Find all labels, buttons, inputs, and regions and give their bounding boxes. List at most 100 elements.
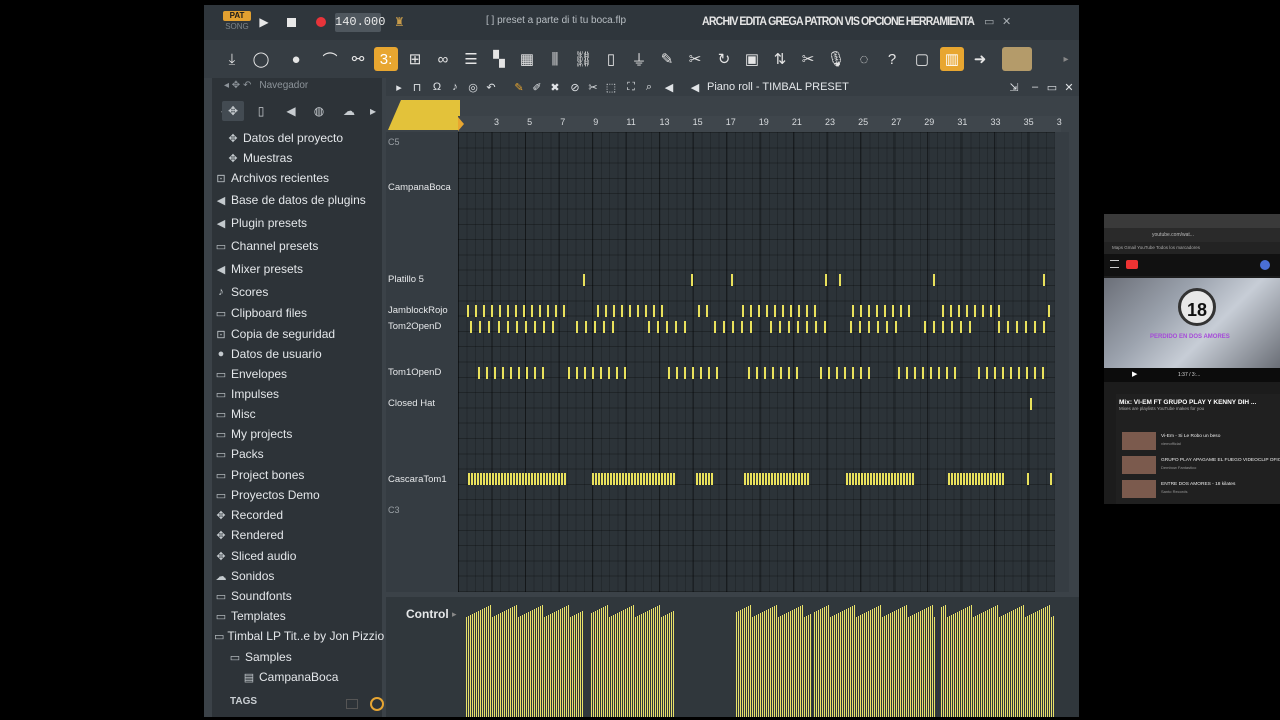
- note[interactable]: [598, 473, 600, 485]
- velocity-bar[interactable]: [1023, 605, 1024, 717]
- velocity-bar[interactable]: [1053, 616, 1054, 717]
- note[interactable]: [576, 367, 578, 379]
- note[interactable]: [990, 473, 992, 485]
- velocity-bar[interactable]: [1009, 612, 1010, 717]
- velocity-bar[interactable]: [872, 609, 873, 717]
- velocity-bar[interactable]: [1017, 608, 1018, 717]
- velocity-bar[interactable]: [822, 608, 823, 717]
- note-tool-icon[interactable]: ♪: [448, 80, 462, 94]
- file-icon[interactable]: ▯: [599, 47, 623, 71]
- note[interactable]: [494, 367, 496, 379]
- cut-icon[interactable]: ✂: [796, 47, 820, 71]
- connect-icon[interactable]: ⛓: [571, 47, 595, 71]
- note[interactable]: [996, 473, 998, 485]
- velocity-bar[interactable]: [649, 610, 650, 717]
- velocity-bar[interactable]: [973, 617, 974, 717]
- velocity-bar[interactable]: [918, 612, 919, 717]
- browser-item[interactable]: ◀ Plugin presets: [212, 213, 382, 233]
- note[interactable]: [516, 321, 518, 333]
- note[interactable]: [885, 473, 887, 485]
- velocity-bar[interactable]: [629, 607, 630, 717]
- browser-item[interactable]: ▭ Misc: [212, 404, 382, 424]
- note[interactable]: [782, 305, 784, 317]
- velocity-bar[interactable]: [971, 605, 972, 717]
- address-bar[interactable]: youtube.com/wat...: [1104, 228, 1280, 242]
- note[interactable]: [868, 367, 870, 379]
- velocity-bar[interactable]: [486, 607, 487, 717]
- note[interactable]: [605, 305, 607, 317]
- velocity-bar[interactable]: [860, 615, 861, 717]
- velocity-bar[interactable]: [498, 614, 499, 717]
- note[interactable]: [486, 367, 488, 379]
- note[interactable]: [1018, 367, 1020, 379]
- velocity-bar[interactable]: [647, 611, 648, 717]
- note[interactable]: [543, 473, 545, 485]
- note[interactable]: [942, 321, 944, 333]
- pr-minimize-icon[interactable]: ‒: [1028, 80, 1042, 94]
- arrows-icon[interactable]: ◂ ✥ ↶: [224, 80, 251, 91]
- note[interactable]: [892, 305, 894, 317]
- note[interactable]: [732, 321, 734, 333]
- record-icon[interactable]: [313, 14, 329, 30]
- velocity-bar[interactable]: [625, 609, 626, 717]
- velocity-bar[interactable]: [512, 607, 513, 717]
- velocity-bar[interactable]: [597, 610, 598, 717]
- velocity-bar[interactable]: [746, 607, 747, 717]
- velocity-bar[interactable]: [518, 617, 519, 717]
- note[interactable]: [616, 367, 618, 379]
- velocity-bar[interactable]: [564, 607, 565, 717]
- note[interactable]: [844, 367, 846, 379]
- velocity-bar[interactable]: [914, 614, 915, 717]
- note[interactable]: [676, 367, 678, 379]
- pencil-icon[interactable]: ✎: [512, 80, 526, 94]
- velocity-bar[interactable]: [1001, 616, 1002, 717]
- note[interactable]: [756, 473, 758, 485]
- note[interactable]: [786, 473, 788, 485]
- velocity-bar[interactable]: [906, 605, 907, 717]
- note[interactable]: [568, 367, 570, 379]
- note[interactable]: [795, 473, 797, 485]
- note[interactable]: [780, 367, 782, 379]
- note[interactable]: [495, 473, 497, 485]
- loop-icon[interactable]: ∞: [431, 47, 455, 71]
- velocity-bar[interactable]: [568, 605, 569, 717]
- note[interactable]: [951, 321, 953, 333]
- velocity-bar[interactable]: [784, 614, 785, 717]
- note[interactable]: [534, 367, 536, 379]
- velocity-bar[interactable]: [826, 606, 827, 717]
- note[interactable]: [879, 473, 881, 485]
- velocity-bar[interactable]: [1015, 609, 1016, 717]
- velocity-bar[interactable]: [975, 616, 976, 717]
- velocity-bar[interactable]: [943, 606, 944, 717]
- record-tool-icon[interactable]: ◎: [466, 80, 480, 94]
- browser-item[interactable]: ▭ My projects: [212, 424, 382, 444]
- note[interactable]: [954, 367, 956, 379]
- note[interactable]: [699, 473, 701, 485]
- select-tool-icon[interactable]: ⬚: [604, 80, 618, 94]
- note[interactable]: [981, 473, 983, 485]
- velocity-bar[interactable]: [832, 616, 833, 717]
- velocity-bar[interactable]: [866, 612, 867, 717]
- velocity-bar[interactable]: [882, 617, 883, 717]
- velocity-bar[interactable]: [605, 606, 606, 717]
- note[interactable]: [771, 473, 773, 485]
- magnet-icon[interactable]: ⊓: [410, 80, 424, 94]
- note[interactable]: [600, 367, 602, 379]
- note[interactable]: [613, 473, 615, 485]
- velocity-bar[interactable]: [941, 607, 942, 717]
- velocity-bar[interactable]: [738, 611, 739, 717]
- velocity-bar[interactable]: [540, 606, 541, 717]
- velocity-bar[interactable]: [991, 608, 992, 717]
- note[interactable]: [1048, 305, 1050, 317]
- velocity-bar[interactable]: [478, 611, 479, 717]
- velocity-bar[interactable]: [667, 614, 668, 717]
- note[interactable]: [797, 321, 799, 333]
- note[interactable]: [492, 473, 494, 485]
- velocity-bar[interactable]: [961, 610, 962, 717]
- note[interactable]: [708, 367, 710, 379]
- velocity-bar[interactable]: [985, 611, 986, 717]
- velocity-bar[interactable]: [530, 611, 531, 717]
- note[interactable]: [766, 305, 768, 317]
- hamburger-icon[interactable]: [1110, 260, 1119, 268]
- note[interactable]: [652, 473, 654, 485]
